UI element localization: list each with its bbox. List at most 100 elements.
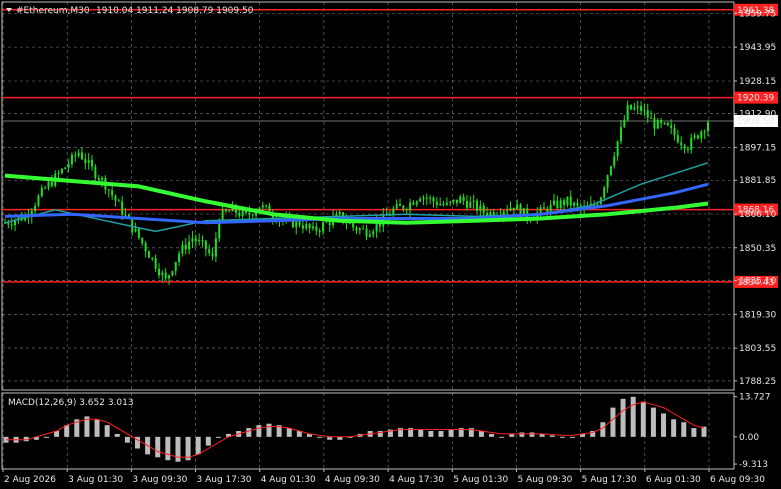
candle-body [70,154,73,165]
candle-body [311,226,314,229]
price-tick-label: 1912.90 [739,110,776,120]
candle-body [449,201,452,203]
price-tick-label: 1897.15 [739,143,776,153]
candle-body [700,131,703,139]
candle-body [409,202,412,211]
macd-histogram-bar [549,435,555,437]
candle-body [261,205,264,208]
candle-body [432,197,435,202]
candle-body [161,272,164,276]
candle-body [603,187,606,198]
candle-body [402,205,405,210]
time-tick-label: 4 Aug 17:30 [389,475,444,485]
candle-body [151,257,154,259]
macd-histogram-bar [478,431,484,437]
candle-body [114,195,117,201]
price-tick-label: 1881.85 [739,176,776,186]
candle-body [67,164,70,168]
candle-body [569,196,572,206]
candle-body [372,231,375,235]
candle-body [265,205,268,207]
candle-body [429,197,432,199]
candle-body [117,200,120,202]
macd-histogram-bar [610,407,616,437]
candle-body [7,222,10,225]
candle-body [640,106,643,111]
candle-body [328,221,331,226]
candle-body [211,253,214,257]
candle-body [673,127,676,136]
candle-body [412,202,415,205]
macd-histogram-bar [195,436,201,455]
candle-body [338,212,341,215]
candle-body [74,154,77,156]
macd-histogram-bar [681,422,687,437]
candle-body [630,104,633,110]
candle-body [539,207,542,213]
candle-body [144,243,147,252]
candle-body [94,166,97,179]
candle-body [141,237,144,244]
price-chart[interactable]: 1961.381920.391868.161834.431909.50 13.7… [0,0,781,489]
candle-body [616,141,619,157]
time-tick-label: 3 Aug 09:30 [132,475,187,485]
candle-body [573,202,576,206]
macd-histogram-bar [215,436,221,438]
candle-body [650,117,653,119]
candle-body [348,223,351,225]
candle-body [482,205,485,213]
candle-body [147,251,150,258]
candle-body [479,205,482,211]
candle-body [563,200,566,206]
candle-body [134,228,137,232]
candle-body [34,205,37,212]
candle-body [157,268,160,276]
time-tick-label: 2 Aug 2026 [4,475,56,485]
candle-body [57,173,60,175]
candle-body [653,118,656,129]
candle-body [365,228,368,237]
candle-body [137,228,140,238]
candle-body [512,207,515,210]
candle-body [445,202,448,205]
macd-histogram-bar [438,431,444,437]
price-tick-label: 1788.25 [739,377,776,387]
macd-tick-label: 0.00 [739,433,759,443]
candle-body [358,228,361,231]
candle-body [509,207,512,211]
candle-body [80,152,83,160]
candle-body [14,220,17,226]
candle-body [399,204,402,206]
candle-body [613,156,616,167]
candle-body [442,203,445,205]
candle-body [325,221,328,223]
candle-body [609,166,612,176]
candle-body [77,152,80,156]
macd-histogram-bar [114,433,120,437]
candle-body [663,122,666,124]
macd-histogram-bar [175,436,181,462]
candle-body [214,238,217,257]
time-tick-label: 3 Aug 01:30 [68,475,123,485]
macd-histogram-bar [94,419,100,437]
candle-body [352,223,355,228]
candle-body [643,110,646,112]
macd-histogram-bar [701,426,707,437]
macd-histogram-bar [691,428,697,437]
candle-body [362,228,365,230]
candle-body [452,199,455,202]
macd-histogram-bar [519,432,525,437]
macd-histogram-bar [266,423,272,437]
candle-body [131,218,134,232]
macd-histogram-bar [640,401,646,437]
candle-body [670,125,673,128]
macd-histogram-bar [104,425,110,437]
symbol-timeframe: #Ethereum,M30 [16,6,90,16]
candle-body [124,214,127,216]
time-tick-label: 3 Aug 17:30 [197,475,252,485]
macd-histogram-bar [155,436,161,458]
candle-body [238,212,241,217]
candle-body [101,177,104,180]
candle-body [198,240,201,242]
candle-body [375,223,378,232]
